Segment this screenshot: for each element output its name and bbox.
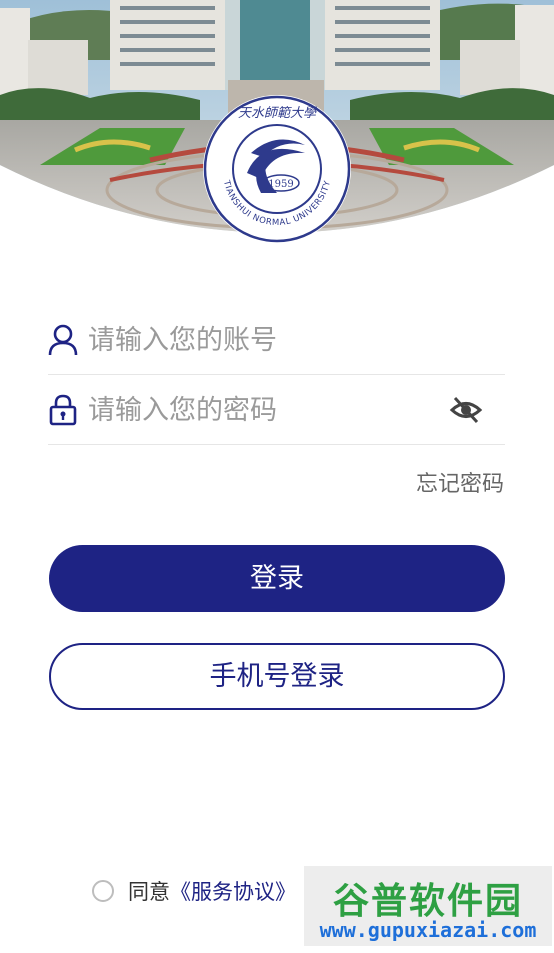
password-field-row [48,374,505,445]
account-field-row [48,304,505,375]
seal-chinese-name: 天水師範大學 [238,106,317,121]
login-button[interactable]: 登录 [49,545,505,612]
forgot-password-link[interactable]: 忘记密码 [416,466,504,498]
account-input[interactable] [88,318,428,362]
eye-off-icon[interactable] [449,393,483,427]
service-agreement-link[interactable]: 《服务协议》 [170,876,296,906]
user-icon [48,324,78,356]
agree-text: 同意 [128,880,170,904]
agreement-row: 同意 《服务协议》 [92,876,296,906]
phone-login-button[interactable]: 手机号登录 [49,643,505,710]
seal-year: 1959 [268,179,293,190]
university-seal-logo: 1959 TIANSHUI NORMAL UNIVERSITY 天水師範大學 [201,93,353,245]
agree-radio[interactable] [92,880,114,902]
watermark-title: 谷普软件园 [332,881,523,922]
watermark: 谷普软件园 www.gupuxiazai.com [304,866,552,946]
lock-icon [48,394,78,426]
password-input[interactable] [88,388,428,432]
watermark-url: www.gupuxiazai.com [319,918,537,942]
